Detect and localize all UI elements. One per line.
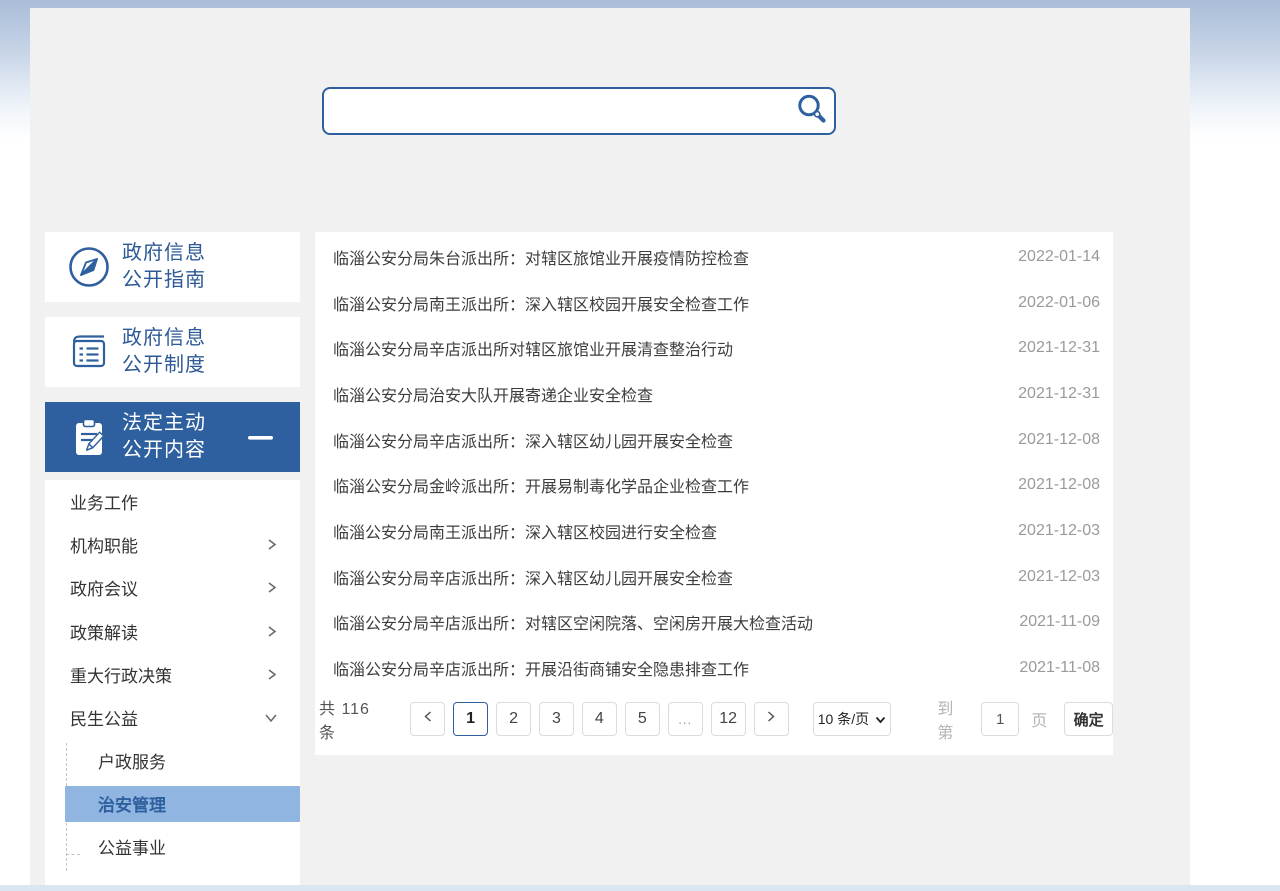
search-button[interactable]	[788, 89, 834, 133]
news-list-item: 临淄公安分局治安大队开展寄递企业安全检查 2021-12-31	[315, 371, 1113, 417]
pagination-page-4[interactable]: 4	[582, 702, 617, 736]
submenu-livelihood: 户政服务 治安管理 公益事业	[45, 739, 300, 868]
news-date: 2022-01-06	[1018, 294, 1100, 312]
chevron-right-icon	[265, 581, 278, 594]
news-date: 2021-11-09	[1019, 613, 1100, 631]
goto-suffix-label: 页	[1031, 707, 1047, 731]
sidebar-menu-panel: 业务工作 机构职能 政府会议 政策解读 重大行政决策 民	[45, 480, 300, 889]
news-title-link[interactable]: 临淄公安分局辛店派出所：开展沿街商铺安全隐患排查工作	[333, 656, 749, 680]
news-title-link[interactable]: 临淄公安分局朱台派出所：对辖区旅馆业开展疫情防控检查	[333, 245, 749, 269]
confirm-button[interactable]: 确定	[1064, 702, 1113, 736]
sidebar-card-open-guide[interactable]: 政府信息 公开指南	[45, 232, 300, 302]
compass-icon	[67, 245, 111, 289]
news-date: 2021-12-08	[1018, 431, 1100, 449]
collapse-minus-icon[interactable]	[248, 428, 274, 446]
menu-item-label: 民生公益	[70, 705, 138, 730]
news-list-panel: 临淄公安分局朱台派出所：对辖区旅馆业开展疫情防控检查 2022-01-14 临淄…	[315, 232, 1113, 755]
menu-item-label: 政府会议	[70, 575, 138, 600]
goto-prefix-label: 到第	[937, 695, 969, 743]
pagination-ellipsis[interactable]: ...	[668, 702, 703, 736]
news-list-item: 临淄公安分局南王派出所：深入辖区校园进行安全检查 2021-12-03	[315, 508, 1113, 554]
sidebar-card-open-system[interactable]: 政府信息 公开制度	[45, 317, 300, 387]
chevron-left-icon	[422, 710, 434, 728]
submenu-item-public-security[interactable]: 治安管理	[45, 782, 300, 825]
news-list-item: 临淄公安分局朱台派出所：对辖区旅馆业开展疫情防控检查 2022-01-14	[315, 234, 1113, 280]
sidebar-card-label: 法定主动 公开内容	[122, 410, 206, 464]
news-date: 2022-01-14	[1018, 248, 1100, 266]
pagination-page-2[interactable]: 2	[496, 702, 531, 736]
menu-item-major-decisions[interactable]: 重大行政决策	[45, 653, 300, 696]
clipboard-pen-icon	[67, 415, 111, 459]
chevron-right-icon	[765, 710, 777, 728]
page-size-label: 10 条/页	[818, 709, 869, 729]
search-bar	[322, 87, 836, 135]
news-title-link[interactable]: 临淄公安分局辛店派出所对辖区旅馆业开展清查整治行动	[333, 336, 733, 360]
news-list-item: 临淄公安分局南王派出所：深入辖区校园开展安全检查工作 2022-01-06	[315, 280, 1113, 326]
page-size-select[interactable]: 10 条/页	[813, 702, 892, 736]
page-bottom-strip	[0, 885, 1280, 891]
news-date: 2021-12-31	[1018, 339, 1100, 357]
menu-item-policy-interpretation[interactable]: 政策解读	[45, 610, 300, 653]
goto-page-group: 到第 页 确定	[937, 695, 1113, 743]
news-date: 2021-12-03	[1018, 522, 1100, 540]
news-list-item: 临淄公安分局辛店派出所：对辖区空闲院落、空闲房开展大检查活动 2021-11-0…	[315, 600, 1113, 646]
news-date: 2021-12-31	[1018, 385, 1100, 403]
pagination-total: 共 116 条	[319, 695, 392, 743]
news-title-link[interactable]: 临淄公安分局南王派出所：深入辖区校园进行安全检查	[333, 519, 717, 543]
pagination-page-12[interactable]: 12	[711, 702, 746, 736]
news-title-link[interactable]: 临淄公安分局辛店派出所：深入辖区幼儿园开展安全检查	[333, 428, 733, 452]
pagination-page-1[interactable]: 1	[453, 702, 488, 736]
news-title-link[interactable]: 临淄公安分局金岭派出所：开展易制毒化学品企业检查工作	[333, 473, 749, 497]
document-icon	[67, 330, 111, 374]
news-list-item: 临淄公安分局金岭派出所：开展易制毒化学品企业检查工作 2021-12-08	[315, 462, 1113, 508]
sidebar-card-label: 政府信息 公开指南	[122, 240, 206, 294]
menu-item-label: 政策解读	[70, 619, 138, 644]
news-title-link[interactable]: 临淄公安分局辛店派出所：对辖区空闲院落、空闲房开展大检查活动	[333, 610, 813, 634]
pagination-page-3[interactable]: 3	[539, 702, 574, 736]
submenu-item-label: 公益事业	[98, 834, 166, 859]
goto-page-input[interactable]	[981, 702, 1019, 736]
news-list-item: 临淄公安分局辛店派出所对辖区旅馆业开展清查整治行动 2021-12-31	[315, 325, 1113, 371]
menu-item-label: 机构职能	[70, 532, 138, 557]
news-date: 2021-12-03	[1018, 568, 1100, 586]
submenu-item-household-services[interactable]: 户政服务	[45, 739, 300, 782]
news-list: 临淄公安分局朱台派出所：对辖区旅馆业开展疫情防控检查 2022-01-14 临淄…	[315, 232, 1113, 691]
news-title-link[interactable]: 临淄公安分局南王派出所：深入辖区校园开展安全检查工作	[333, 291, 749, 315]
search-input[interactable]	[324, 89, 788, 133]
submenu-item-public-welfare[interactable]: 公益事业	[45, 825, 300, 868]
pagination-next-button[interactable]	[754, 702, 789, 736]
pagination-page-5[interactable]: 5	[625, 702, 660, 736]
chevron-down-icon	[264, 711, 278, 724]
menu-item-business-work[interactable]: 业务工作	[45, 480, 300, 523]
sidebar-card-statutory-disclosure[interactable]: 法定主动 公开内容	[45, 402, 300, 472]
menu-item-gov-meetings[interactable]: 政府会议	[45, 566, 300, 609]
news-date: 2021-11-08	[1019, 659, 1100, 677]
chevron-down-icon	[875, 711, 886, 727]
news-title-link[interactable]: 临淄公安分局辛店派出所：深入辖区幼儿园开展安全检查	[333, 565, 733, 589]
chevron-right-icon	[265, 625, 278, 638]
menu-item-livelihood-welfare[interactable]: 民生公益	[45, 696, 300, 739]
menu-item-label: 业务工作	[70, 489, 138, 514]
news-list-item: 临淄公安分局辛店派出所：开展沿街商铺安全隐患排查工作 2021-11-08	[315, 645, 1113, 691]
pagination-bar: 共 116 条 1 2 3 4 5 ... 12 10 条/页 到第 页	[315, 702, 1113, 736]
sidebar-card-label: 政府信息 公开制度	[122, 325, 206, 379]
chevron-right-icon	[265, 668, 278, 681]
news-title-link[interactable]: 临淄公安分局治安大队开展寄递企业安全检查	[333, 382, 653, 406]
menu-item-label: 重大行政决策	[70, 662, 172, 687]
chevron-right-icon	[265, 538, 278, 551]
news-list-item: 临淄公安分局辛店派出所：深入辖区幼儿园开展安全检查 2021-12-03	[315, 554, 1113, 600]
search-icon	[795, 93, 827, 130]
submenu-item-label: 户政服务	[98, 748, 166, 773]
menu-item-org-functions[interactable]: 机构职能	[45, 523, 300, 566]
submenu-item-label: 治安管理	[98, 791, 166, 816]
pagination-prev-button[interactable]	[410, 702, 445, 736]
news-list-item: 临淄公安分局辛店派出所：深入辖区幼儿园开展安全检查 2021-12-08	[315, 417, 1113, 463]
news-date: 2021-12-08	[1018, 476, 1100, 494]
